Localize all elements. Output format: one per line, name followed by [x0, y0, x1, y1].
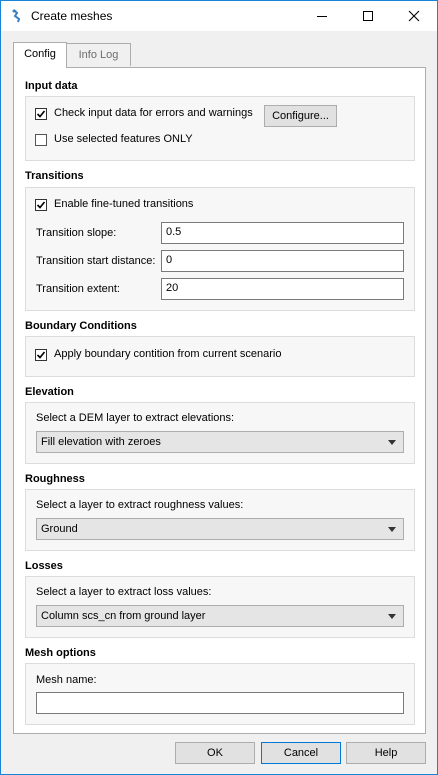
window-title: Create meshes [31, 9, 113, 23]
app-icon [9, 8, 25, 24]
minimize-button[interactable] [299, 1, 345, 31]
chevron-down-icon [388, 440, 396, 445]
transition-slope-input[interactable]: 0.5 [161, 222, 404, 244]
transitions-title: Transitions [25, 170, 84, 182]
checkmark-icon [36, 201, 46, 209]
close-button[interactable] [391, 1, 437, 31]
maximize-button[interactable] [345, 1, 391, 31]
checkbox-box[interactable] [35, 108, 47, 120]
transition-extent-input[interactable]: 20 [161, 278, 404, 300]
roughness-selected-value: Ground [41, 523, 78, 535]
elevation-title: Elevation [25, 386, 74, 398]
input-data-group [25, 96, 415, 161]
losses-selected-value: Column scs_cn from ground layer [41, 610, 206, 622]
title-bar: Create meshes [1, 1, 437, 31]
tab-info-log[interactable]: Info Log [67, 43, 131, 66]
maximize-icon [363, 11, 373, 21]
roughness-title: Roughness [25, 473, 85, 485]
roughness-prompt: Select a layer to extract roughness valu… [36, 499, 244, 511]
elevation-layer-select[interactable]: Fill elevation with zeroes [36, 431, 404, 453]
mesh-name-input[interactable] [36, 692, 404, 714]
losses-prompt: Select a layer to extract loss values: [36, 586, 212, 598]
elevation-selected-value: Fill elevation with zeroes [41, 436, 161, 448]
checkbox-box[interactable] [35, 134, 47, 146]
minimize-icon [317, 16, 327, 17]
losses-title: Losses [25, 560, 63, 572]
mesh-name-label: Mesh name: [36, 674, 97, 686]
elevation-prompt: Select a DEM layer to extract elevations… [36, 412, 235, 424]
transition-slope-label: Transition slope: [36, 227, 117, 239]
help-button[interactable]: Help [346, 742, 426, 764]
roughness-layer-select[interactable]: Ground [36, 518, 404, 540]
ok-button[interactable]: OK [175, 742, 255, 764]
transition-extent-label: Transition extent: [36, 283, 120, 295]
apply-boundary-label: Apply boundary contition from current sc… [54, 348, 282, 360]
chevron-down-icon [388, 527, 396, 532]
checkbox-box[interactable] [35, 349, 47, 361]
create-meshes-dialog: Create meshes Config Info Log Input data… [0, 0, 438, 775]
input-data-title: Input data [25, 80, 78, 92]
tab-config[interactable]: Config [13, 42, 67, 68]
mesh-options-title: Mesh options [25, 647, 96, 659]
transition-start-distance-input[interactable]: 0 [161, 250, 404, 272]
fine-tuned-transitions-label: Enable fine-tuned transitions [54, 198, 194, 210]
boundary-conditions-title: Boundary Conditions [25, 320, 137, 332]
losses-layer-select[interactable]: Column scs_cn from ground layer [36, 605, 404, 627]
chevron-down-icon [388, 614, 396, 619]
cancel-button[interactable]: Cancel [261, 742, 341, 764]
configure-button[interactable]: Configure... [264, 105, 337, 127]
check-input-data-label: Check input data for errors and warnings [54, 107, 253, 119]
checkmark-icon [36, 110, 46, 118]
selected-features-label: Use selected features ONLY [54, 133, 193, 145]
transition-start-distance-label: Transition start distance: [36, 255, 156, 267]
checkmark-icon [36, 351, 46, 359]
close-icon [408, 10, 420, 22]
checkbox-box[interactable] [35, 199, 47, 211]
